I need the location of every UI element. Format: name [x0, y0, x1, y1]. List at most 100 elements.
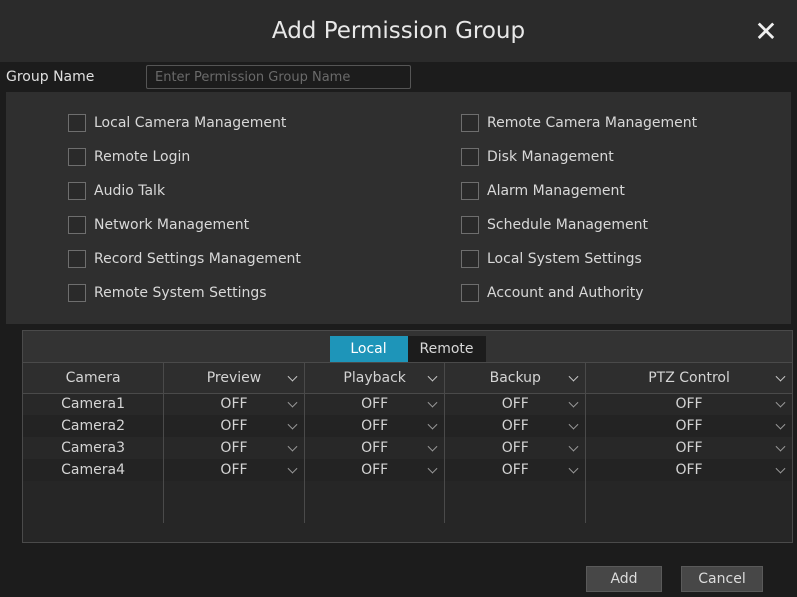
header-label: Backup — [489, 369, 541, 386]
chevron-down-icon[interactable] — [568, 371, 579, 382]
table-row: Camera3 OFF OFF OFF OFF — [23, 437, 792, 459]
tab-local[interactable]: Local — [329, 336, 408, 362]
chevron-down-icon[interactable] — [287, 371, 298, 382]
perm-disk-management[interactable]: Disk Management — [461, 140, 697, 174]
chevron-down-icon[interactable] — [287, 463, 298, 474]
select-value: OFF — [675, 418, 703, 434]
group-name-input[interactable] — [146, 65, 411, 89]
perm-account-and-authority[interactable]: Account and Authority — [461, 276, 697, 310]
header-preview[interactable]: Preview — [163, 363, 305, 394]
perm-label: Audio Talk — [94, 183, 166, 199]
checkbox[interactable] — [461, 182, 479, 200]
checkbox[interactable] — [68, 148, 86, 166]
checkbox[interactable] — [461, 114, 479, 132]
preview-select[interactable]: OFF — [163, 437, 305, 459]
perm-remote-system-settings[interactable]: Remote System Settings — [68, 276, 301, 310]
chevron-down-icon[interactable] — [428, 441, 438, 452]
chevron-down-icon[interactable] — [775, 441, 786, 452]
select-value: OFF — [220, 418, 248, 434]
preview-select[interactable]: OFF — [163, 415, 305, 437]
playback-select[interactable]: OFF — [304, 459, 446, 481]
checkbox[interactable] — [68, 250, 86, 268]
checkbox[interactable] — [461, 250, 479, 268]
camera-name: Camera2 — [23, 415, 165, 437]
select-value: OFF — [220, 396, 248, 413]
chevron-down-icon[interactable] — [568, 463, 579, 474]
preview-select[interactable]: OFF — [163, 459, 305, 481]
close-icon[interactable]: ✕ — [751, 15, 781, 48]
table-empty-area — [23, 481, 792, 523]
perm-label: Local Camera Management — [94, 115, 287, 131]
channel-permission-table: Local Remote Camera Preview Playback Bac… — [22, 330, 793, 543]
checkbox[interactable] — [68, 216, 86, 234]
perm-alarm-management[interactable]: Alarm Management — [461, 174, 697, 208]
select-value: OFF — [501, 440, 529, 456]
checkbox[interactable] — [461, 284, 479, 302]
chevron-down-icon[interactable] — [775, 397, 786, 408]
select-value: OFF — [220, 440, 248, 456]
chevron-down-icon[interactable] — [428, 463, 438, 474]
backup-select[interactable]: OFF — [444, 415, 587, 437]
table-header-row: Camera Preview Playback Backup PTZ Contr… — [23, 363, 792, 394]
add-button[interactable]: Add — [586, 566, 662, 592]
header-playback[interactable]: Playback — [304, 363, 446, 394]
ptz-select[interactable]: OFF — [585, 437, 792, 459]
chevron-down-icon[interactable] — [428, 371, 438, 382]
header-ptz-control[interactable]: PTZ Control — [585, 363, 792, 394]
perm-record-settings-management[interactable]: Record Settings Management — [68, 242, 301, 276]
perm-schedule-management[interactable]: Schedule Management — [461, 208, 697, 242]
checkbox[interactable] — [68, 182, 86, 200]
perm-remote-login[interactable]: Remote Login — [68, 140, 301, 174]
dialog-title: Add Permission Group — [271, 18, 526, 44]
checkbox[interactable] — [68, 284, 86, 302]
preview-select[interactable]: OFF — [163, 393, 305, 415]
chevron-down-icon[interactable] — [775, 371, 786, 382]
cancel-button[interactable]: Cancel — [681, 566, 763, 592]
chevron-down-icon[interactable] — [568, 441, 579, 452]
perm-label: Alarm Management — [487, 183, 625, 199]
header-backup[interactable]: Backup — [444, 363, 587, 394]
select-value: OFF — [675, 440, 703, 456]
chevron-down-icon[interactable] — [775, 463, 786, 474]
ptz-select[interactable]: OFF — [585, 459, 792, 481]
chevron-down-icon[interactable] — [287, 441, 298, 452]
perm-label: Account and Authority — [487, 285, 644, 301]
chevron-down-icon[interactable] — [428, 397, 438, 408]
playback-select[interactable]: OFF — [304, 437, 446, 459]
chevron-down-icon[interactable] — [568, 397, 579, 408]
perm-local-system-settings[interactable]: Local System Settings — [461, 242, 697, 276]
perm-local-camera-management[interactable]: Local Camera Management — [68, 106, 301, 140]
chevron-down-icon[interactable] — [428, 419, 438, 430]
perm-network-management[interactable]: Network Management — [68, 208, 301, 242]
perm-label: Remote Login — [94, 149, 191, 165]
perm-audio-talk[interactable]: Audio Talk — [68, 174, 301, 208]
backup-select[interactable]: OFF — [444, 459, 587, 481]
select-value: OFF — [501, 462, 529, 478]
permissions-panel: Local Camera Management Remote Login Aud… — [6, 92, 791, 324]
select-value: OFF — [501, 418, 529, 434]
backup-select[interactable]: OFF — [444, 437, 587, 459]
playback-select[interactable]: OFF — [304, 393, 446, 415]
select-value: OFF — [361, 418, 389, 434]
playback-select[interactable]: OFF — [304, 415, 446, 437]
header-label: Playback — [343, 369, 406, 386]
group-name-label: Group Name — [6, 69, 95, 85]
permission-table: Camera Preview Playback Backup PTZ Contr… — [23, 363, 792, 523]
ptz-select[interactable]: OFF — [585, 393, 792, 415]
header-label: Preview — [206, 369, 262, 386]
checkbox[interactable] — [461, 216, 479, 234]
checkbox[interactable] — [461, 148, 479, 166]
select-value: OFF — [361, 462, 389, 478]
checkbox[interactable] — [68, 114, 86, 132]
tab-remote[interactable]: Remote — [407, 336, 486, 362]
permissions-left-column: Local Camera Management Remote Login Aud… — [68, 106, 301, 310]
chevron-down-icon[interactable] — [775, 419, 786, 430]
perm-remote-camera-management[interactable]: Remote Camera Management — [461, 106, 697, 140]
chevron-down-icon[interactable] — [568, 419, 579, 430]
ptz-select[interactable]: OFF — [585, 415, 792, 437]
table-row: Camera1 OFF OFF OFF OFF — [23, 393, 792, 415]
select-value: OFF — [501, 396, 529, 413]
chevron-down-icon[interactable] — [287, 419, 298, 430]
chevron-down-icon[interactable] — [287, 397, 298, 408]
backup-select[interactable]: OFF — [444, 393, 587, 415]
